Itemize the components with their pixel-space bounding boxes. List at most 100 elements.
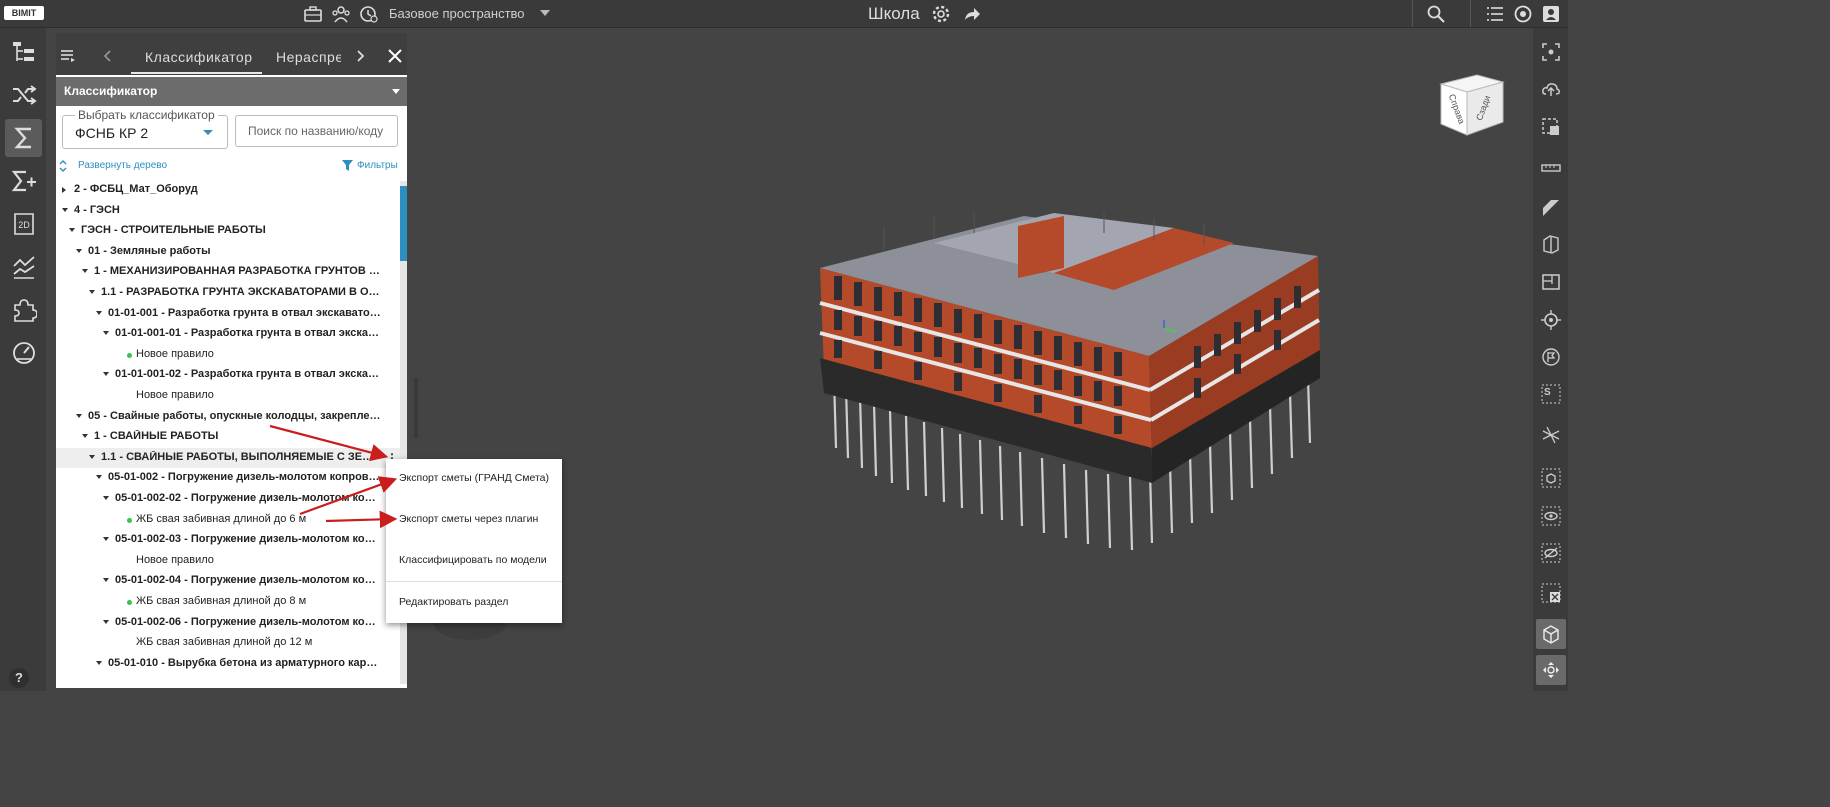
dropdown-caret-icon[interactable]	[203, 130, 213, 135]
caret-down-icon[interactable]	[96, 660, 102, 665]
tab-classifier[interactable]: Классификатор	[145, 49, 253, 65]
caret-down-icon[interactable]	[103, 372, 109, 377]
tree-node[interactable]: 05-01-002-03 - Погружение дизель-молотом…	[56, 530, 400, 550]
caret-down-icon[interactable]	[103, 578, 109, 583]
support-icon[interactable]	[1513, 4, 1533, 24]
floor-plan-icon[interactable]	[1541, 272, 1561, 292]
help-button[interactable]: ?	[9, 668, 29, 688]
caret-down-icon[interactable]	[103, 331, 109, 336]
sum-add-button[interactable]	[5, 162, 42, 200]
filter-icon[interactable]	[342, 160, 353, 171]
briefcase-icon[interactable]	[303, 4, 323, 24]
tree-node[interactable]: 1.1 - СВАЙНЫЕ РАБОТЫ, ВЫПОЛНЯЕМЫЕ С ЗЕМЛ…	[56, 447, 400, 468]
section-box-icon[interactable]	[1541, 234, 1561, 254]
history-icon[interactable]	[359, 4, 379, 24]
caret-down-icon[interactable]	[96, 310, 102, 315]
expand-tree-button[interactable]: Развернуть дерево	[78, 160, 167, 171]
filters-button[interactable]: Фильтры	[357, 160, 398, 171]
caret-down-icon[interactable]	[76, 413, 82, 418]
sum-button[interactable]	[5, 119, 42, 157]
caret-down-icon[interactable]	[103, 537, 109, 542]
caret-right-icon[interactable]	[62, 187, 66, 193]
tab-unallocated[interactable]: Нераспре	[276, 49, 341, 65]
search-icon[interactable]	[1426, 4, 1446, 24]
isolate-icon[interactable]	[1541, 468, 1561, 488]
caret-down-icon[interactable]	[103, 496, 109, 500]
tree-button[interactable]	[5, 33, 42, 71]
caret-down-icon[interactable]	[96, 475, 102, 480]
clash-icon[interactable]	[1541, 425, 1561, 445]
view-cube[interactable]: Справа Сзади	[1437, 72, 1505, 137]
tree-node[interactable]: ГЭСН - СТРОИТЕЛЬНЫЕ РАБОТЫ	[56, 221, 400, 241]
cloud-upload-icon[interactable]	[1541, 79, 1561, 99]
3d-viewport[interactable]	[414, 28, 1533, 691]
drawing-2d-button[interactable]: 2D	[5, 205, 42, 243]
select-area-icon[interactable]	[1541, 117, 1561, 137]
tree-node[interactable]: 01 - Земляные работы	[56, 242, 400, 262]
orbit-icon[interactable]	[1541, 660, 1561, 680]
space-dropdown-icon[interactable]	[540, 10, 550, 16]
box-view-icon[interactable]	[1541, 624, 1561, 644]
spatial-structure-icon[interactable]: S	[1541, 384, 1561, 404]
show-icon[interactable]	[1541, 506, 1561, 526]
hide-icon[interactable]	[1541, 543, 1561, 563]
account-icon[interactable]	[1541, 4, 1561, 24]
expand-icon[interactable]	[59, 160, 67, 172]
tree-node[interactable]: 05-01-010 - Вырубка бетона из арматурног…	[56, 654, 400, 674]
tree-node[interactable]: 2 - ФСБЦ_Мат_Оборуд	[56, 180, 400, 200]
flag-icon[interactable]	[1541, 347, 1561, 367]
tree-node[interactable]: 01-01-001-01 - Разработка грунта в отвал…	[56, 324, 400, 344]
caret-down-icon[interactable]	[82, 269, 88, 274]
ruler-icon[interactable]	[1541, 158, 1561, 178]
classifier-section-header[interactable]: Классификатор	[56, 77, 407, 106]
tree-node[interactable]: 05-01-002-04 - Погружение дизель-молотом…	[56, 571, 400, 591]
dashboard-button[interactable]	[5, 334, 42, 372]
tree-node[interactable]: 05-01-002-06 - Погружение дизель-молотом…	[56, 613, 400, 633]
close-icon[interactable]	[388, 49, 402, 63]
list-icon[interactable]	[1485, 4, 1505, 24]
clear-selection-icon[interactable]	[1541, 583, 1561, 603]
tree-node[interactable]: 1 - СВАЙНЫЕ РАБОТЫ	[56, 427, 400, 447]
shuffle-button[interactable]	[5, 76, 42, 114]
fit-view-icon[interactable]	[1541, 42, 1561, 62]
target-icon[interactable]	[1541, 310, 1561, 330]
menu-list-icon[interactable]	[60, 49, 76, 63]
app-logo[interactable]: BIMIT	[4, 6, 44, 20]
caret-down-icon[interactable]	[62, 207, 68, 212]
menu-item-classify-by-model[interactable]: Классифицировать по модели	[399, 554, 547, 566]
menu-item-export-grand[interactable]: Экспорт сметы (ГРАНД Смета)	[399, 472, 549, 484]
tree-node[interactable]: ЖБ свая забивная длиной до 6 м	[56, 510, 400, 530]
caret-down-icon[interactable]	[89, 454, 95, 459]
tree-node[interactable]: 1 - МЕХАНИЗИРОВАННАЯ РАЗРАБОТКА ГРУНТОВ …	[56, 262, 400, 282]
chevron-left-icon[interactable]	[103, 50, 113, 62]
tree-node[interactable]: 01-01-001-02 - Разработка грунта в отвал…	[56, 365, 400, 385]
tree-node[interactable]: 05-01-002 - Погружение дизель-молотом ко…	[56, 468, 400, 488]
tree-node[interactable]: 1.1 - РАЗРАБОТКА ГРУНТА ЭКСКАВАТОРАМИ В …	[56, 283, 400, 303]
chevron-right-icon[interactable]	[355, 50, 365, 62]
section-plane-icon[interactable]	[1541, 196, 1561, 216]
caret-down-icon[interactable]	[69, 228, 75, 233]
share-icon[interactable]	[962, 4, 982, 24]
tree-node[interactable]: Новое правило	[56, 386, 400, 406]
menu-item-export-plugin[interactable]: Экспорт сметы через плагин	[399, 513, 538, 525]
tree-node[interactable]: 05-01-002-02 - Погружение дизель-молотом…	[56, 489, 400, 509]
caret-down-icon[interactable]	[103, 619, 109, 624]
caret-down-icon[interactable]	[89, 290, 95, 294]
tree-node[interactable]: ЖБ свая забивная длиной до 12 м	[56, 633, 400, 653]
menu-item-edit-section[interactable]: Редактировать раздел	[399, 596, 508, 608]
team-icon[interactable]	[331, 4, 351, 24]
chart-button[interactable]	[5, 248, 42, 286]
plugins-button[interactable]	[5, 291, 42, 329]
tree-node[interactable]: 01-01-001 - Разработка грунта в отвал эк…	[56, 304, 400, 324]
tree-node[interactable]: Новое правило	[56, 345, 400, 365]
gear-icon[interactable]	[931, 4, 951, 24]
scrollbar-thumb[interactable]	[400, 186, 407, 261]
search-input[interactable]	[235, 115, 398, 147]
space-selector-label[interactable]: Базовое пространство	[389, 6, 525, 21]
tree-node[interactable]: Новое правило	[56, 551, 400, 571]
caret-down-icon[interactable]	[76, 248, 82, 253]
tree-node[interactable]: 05 - Свайные работы, опускные колодцы, з…	[56, 407, 400, 427]
tree-node[interactable]: ЖБ свая забивная длиной до 8 м	[56, 592, 400, 612]
tree-node[interactable]: 4 - ГЭСН	[56, 201, 400, 221]
caret-down-icon[interactable]	[82, 434, 88, 439]
